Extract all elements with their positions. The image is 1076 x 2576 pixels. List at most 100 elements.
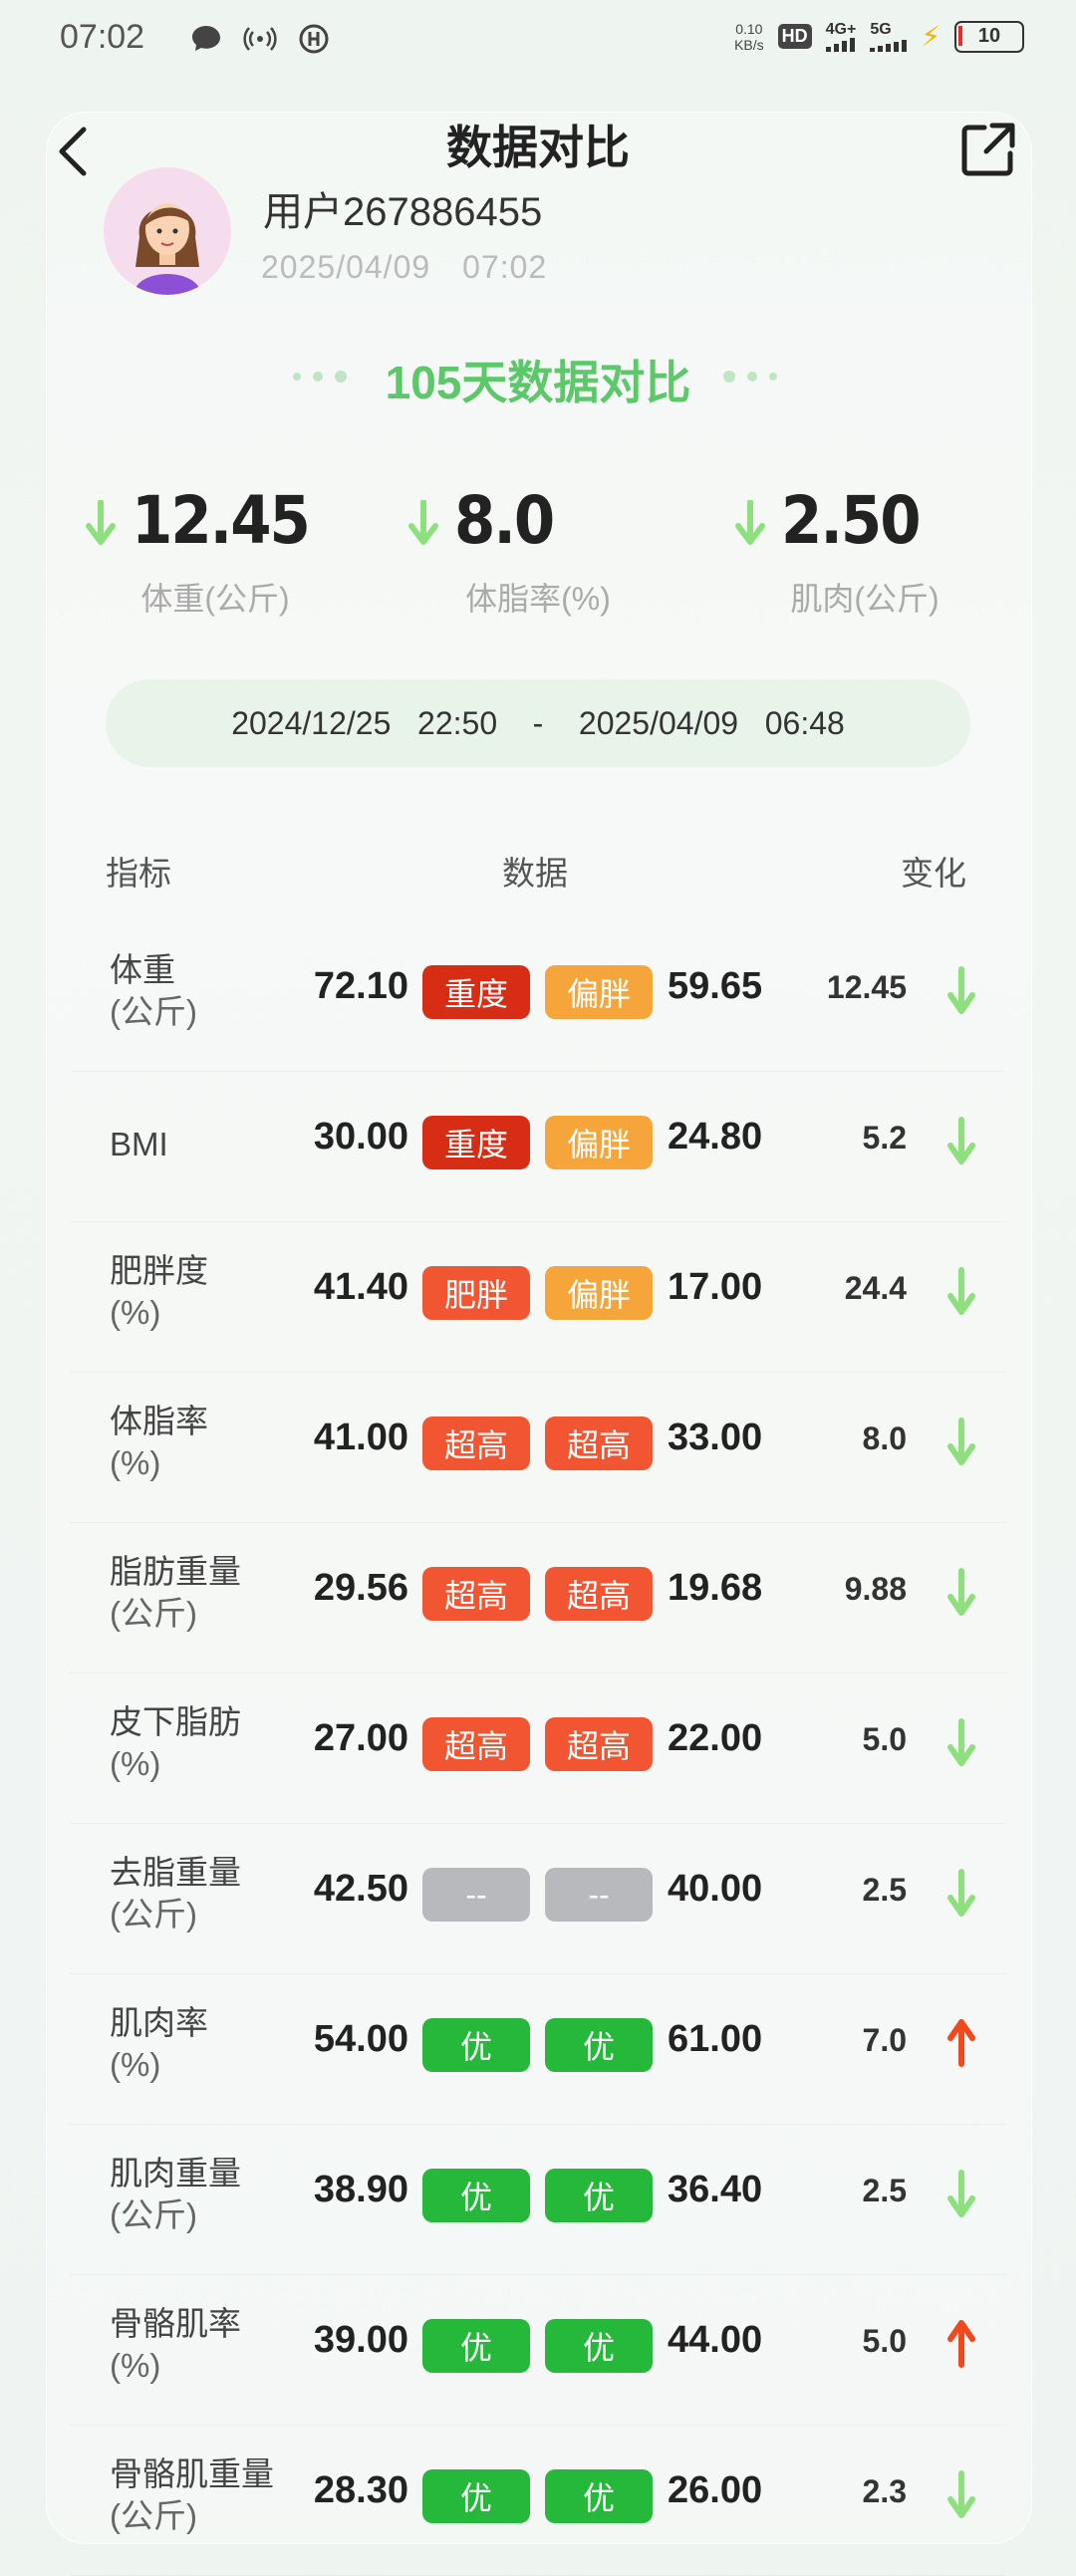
value-before: 30.00 (313, 1116, 408, 1158)
status-badge-after: 偏胖 (545, 1116, 653, 1169)
status-badge-before: 优 (422, 2169, 530, 2222)
change-value: 7.0 (862, 2022, 907, 2058)
metric-name: 肌肉率 (110, 2004, 208, 2041)
summary-muscle: 2.50 肌肉(公斤) (695, 482, 1034, 632)
metric-name: 体脂率 (110, 1403, 208, 1439)
date-range-pill[interactable]: 2024/12/25 22:50 - 2025/04/09 06:48 (106, 679, 970, 767)
metric-unit: (公斤) (110, 993, 197, 1030)
user-avatar-icon (104, 167, 231, 295)
status-time: 07:02 (60, 18, 145, 56)
metric-label: BMI (110, 1124, 168, 1165)
value-before: 27.00 (313, 1717, 408, 1759)
arrow-up-icon (947, 2320, 975, 2368)
value-before: 41.00 (313, 1417, 408, 1458)
vpn-icon (297, 22, 331, 56)
table-row: 肥胖度 (%) 41.40 肥胖 偏胖 17.00 24.4 (70, 1222, 1006, 1373)
value-before: 39.00 (313, 2319, 408, 2361)
metric-name: 肌肉重量 (110, 2155, 241, 2191)
net-speed: 0.10 KB/s (734, 20, 764, 53)
arrow-down-icon (947, 1869, 975, 1917)
table-row: 皮下脂肪 (%) 27.00 超高 超高 22.00 5.0 (70, 1674, 1006, 1824)
summary-value: 12.45 (132, 482, 311, 559)
status-badge-after: 优 (545, 2018, 653, 2072)
table-row: 骨骼肌重量 (公斤) 28.30 优优 26.00 2.3 (70, 2426, 1006, 2576)
change-value: 5.0 (862, 2323, 907, 2359)
metric-name: 骨骼肌重量 (110, 2455, 274, 2492)
table-row: 肌肉重量 (公斤) 38.90 优优 36.40 2.5 (70, 2125, 1006, 2275)
message-icon (189, 22, 223, 56)
value-before: 72.10 (313, 965, 408, 1007)
status-badge-before: 超高 (422, 1567, 530, 1621)
metric-name: 骨骼肌率 (110, 2305, 241, 2342)
metric-unit: (%) (110, 1294, 161, 1331)
value-before: 41.40 (313, 1266, 408, 1308)
metric-name: 去脂重量 (110, 1854, 241, 1891)
metric-label: 肌肉重量 (公斤) (110, 2153, 241, 2236)
arrow-up-icon (947, 2019, 975, 2067)
change-value: 12.45 (826, 969, 907, 1005)
status-badge-before: -- (422, 1868, 530, 1922)
value-before: 54.00 (313, 2018, 408, 2060)
metric-label: 去脂重量 (公斤) (110, 1852, 241, 1935)
status-right: 0.10 KB/s HD 4G+ 5G ⚡ 10 (734, 20, 1024, 53)
metric-unit: (公斤) (110, 2497, 197, 2534)
notification-icons (189, 22, 331, 56)
status-badge-before: 优 (422, 2469, 530, 2523)
value-after: 61.00 (668, 2018, 763, 2060)
value-after: 59.65 (668, 965, 763, 1007)
avatar (104, 167, 231, 295)
metric-unit: (%) (110, 2347, 161, 2384)
metric-unit: (公斤) (110, 1595, 197, 1632)
value-after: 24.80 (668, 1116, 763, 1158)
battery-indicator: 10 (954, 20, 1024, 53)
metric-label: 骨骼肌重量 (公斤) (110, 2453, 274, 2537)
status-badge-before: 肥胖 (422, 1266, 530, 1320)
metric-name: 皮下脂肪 (110, 1703, 241, 1740)
status-badge-before: 优 (422, 2018, 530, 2072)
metric-unit: (%) (110, 2046, 161, 2083)
arrow-down-icon (947, 966, 975, 1014)
status-badge-before: 超高 (422, 1417, 530, 1470)
share-button[interactable] (956, 118, 1020, 181)
signal-sim1: 4G+ (825, 21, 856, 52)
metric-label: 肌肉率 (%) (110, 2002, 208, 2086)
value-before: 38.90 (313, 2169, 408, 2210)
column-header-metric: 指标 (106, 855, 171, 892)
change-value: 9.88 (844, 1571, 907, 1607)
arrow-down-icon (947, 1267, 975, 1315)
signal-bars-icon (825, 37, 855, 52)
status-badge-after: 偏胖 (545, 1266, 653, 1320)
hotspot-icon (243, 22, 277, 56)
summary-value: 2.50 (781, 482, 922, 559)
change-value: 5.0 (862, 1721, 907, 1757)
metric-label: 脂肪重量 (公斤) (110, 1551, 241, 1635)
value-after: 26.00 (668, 2469, 763, 2511)
change-value: 2.3 (862, 2473, 907, 2509)
metric-label: 体脂率 (%) (110, 1401, 208, 1484)
value-before: 29.56 (313, 1567, 408, 1609)
arrow-down-icon (947, 1417, 975, 1465)
arrow-down-icon (947, 1117, 975, 1164)
change-value: 24.4 (844, 1270, 907, 1306)
status-badge-after: 超高 (545, 1717, 653, 1771)
hd-badge: HD (777, 24, 812, 49)
value-after: 36.40 (668, 2169, 763, 2210)
metric-unit: (%) (110, 1444, 161, 1481)
status-badge-before: 重度 (422, 965, 530, 1019)
share-icon (961, 123, 1015, 176)
decorative-dots-right (723, 371, 777, 383)
metric-name: BMI (110, 1126, 168, 1162)
column-header-data: 数据 (502, 855, 568, 892)
status-badge-after: 超高 (545, 1417, 653, 1470)
comparison-table: 体重 (公斤) 72.10 重度 偏胖 59.65 12.45 BMI 30.00 重度 偏胖 24.… (70, 921, 1006, 2576)
summary-body-fat: 8.0 体脂率(%) (369, 482, 707, 632)
comparison-period-title: 105天数据对比 (385, 357, 691, 408)
metric-unit: (%) (110, 1745, 161, 1782)
summary-value: 8.0 (454, 482, 555, 559)
arrow-down-icon (735, 500, 765, 545)
arrow-down-icon (408, 500, 438, 545)
status-badge-before: 超高 (422, 1717, 530, 1771)
value-after: 44.00 (668, 2319, 763, 2361)
metric-label: 体重 (公斤) (110, 949, 197, 1033)
user-name: 用户267886455 (263, 190, 543, 234)
